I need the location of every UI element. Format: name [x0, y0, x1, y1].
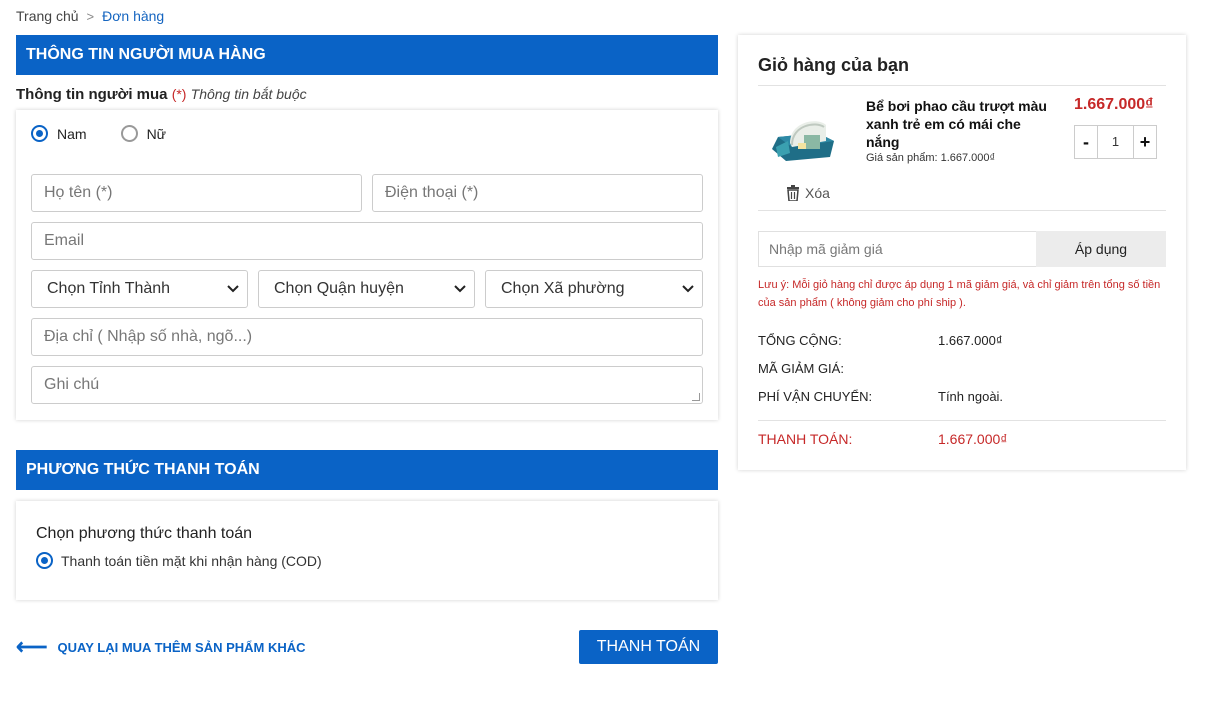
payment-option-cod[interactable]: Thanh toán tiền mặt khi nhận hàng (COD) [36, 552, 322, 569]
coupon-note: Lưu ý: Mỗi giỏ hàng chỉ được áp dụng 1 m… [758, 279, 1161, 309]
summary-grand-total-value: 1.667.000₫ [938, 431, 1008, 447]
ward-select[interactable]: Chọn Xã phường [485, 270, 703, 308]
checkout-form: THÔNG TIN NGƯỜI MUA HÀNG Thông tin người… [16, 35, 718, 600]
address-field[interactable]: Địa chỉ ( Nhập số nhà, ngõ...) [31, 318, 703, 356]
buyer-section-header: THÔNG TIN NGƯỜI MUA HÀNG [16, 35, 718, 75]
gender-radio-group: Nam Nữ [31, 125, 166, 142]
breadcrumb: Trang chủ > Đơn hàng [16, 8, 164, 24]
note-placeholder: Ghi chú [44, 376, 100, 393]
product-image[interactable] [768, 107, 838, 165]
buyer-subheading: Thông tin người mua (*) Thông tin bắt bu… [16, 86, 718, 103]
gender-male-label: Nam [57, 125, 87, 142]
gender-female-label: Nữ [146, 125, 167, 142]
continue-shopping-label: QUAY LẠI MUA THÊM SẢN PHẨM KHÁC [57, 639, 306, 655]
remove-item-label: Xóa [805, 185, 830, 201]
summary-shipping-value: Tính ngoài. [938, 389, 1004, 404]
cart-panel: Giỏ hàng của bạn Bể bơi phao cầu trượt m… [738, 35, 1186, 470]
remove-item-button[interactable]: Xóa [786, 185, 830, 201]
arrow-left-icon: ⟵ [16, 634, 48, 659]
coupon-input[interactable]: Nhập mã giảm giá [758, 231, 1036, 267]
required-note: Thông tin bắt buộc [190, 86, 307, 102]
ward-select-value: Chọn Xã phường [501, 280, 625, 297]
summary-grand-total-label: THANH TOÁN: [758, 431, 853, 447]
summary-discount-label: MÃ GIẢM GIÁ: [758, 361, 844, 376]
payment-option-label: Thanh toán tiền mặt khi nhận hàng (COD) [61, 552, 322, 569]
radio-checked-icon[interactable] [36, 552, 53, 569]
gender-radio-female[interactable]: Nữ [120, 125, 167, 142]
radio-checked-icon[interactable] [31, 125, 48, 142]
chevron-down-icon [682, 271, 694, 307]
quantity-input[interactable]: 1 [1097, 126, 1134, 158]
summary-shipping-row: PHÍ VẬN CHUYỂN: Tính ngoài. [758, 389, 1003, 404]
cart-title: Giỏ hàng của bạn [758, 55, 910, 75]
payment-panel: Chọn phương thức thanh toán Thanh toán t… [16, 501, 718, 600]
checkout-button[interactable]: THANH TOÁN [579, 630, 718, 664]
apply-coupon-button[interactable]: Áp dụng [1036, 231, 1166, 267]
breadcrumb-current[interactable]: Đơn hàng [102, 8, 164, 24]
divider [758, 210, 1166, 211]
payment-choose-label: Chọn phương thức thanh toán [36, 525, 253, 542]
payment-section-header: PHƯƠNG THỨC THANH TOÁN [16, 450, 718, 490]
summary-total-value: 1.667.000₫ [938, 333, 1003, 348]
product-name[interactable]: Bể bơi phao cầu trượt màu xanh trẻ em có… [866, 97, 1056, 151]
required-mark: (*) [171, 86, 187, 102]
summary-grand-total-row: THANH TOÁN: 1.667.000₫ [758, 431, 1007, 447]
buyer-subheading-label: Thông tin người mua [16, 86, 168, 103]
chevron-down-icon [454, 271, 466, 307]
summary-shipping-label: PHÍ VẬN CHUYỂN: [758, 389, 873, 404]
summary-total-row: TỔNG CỘNG: 1.667.000₫ [758, 333, 1003, 348]
divider [758, 420, 1166, 421]
chevron-right-icon: > [86, 8, 95, 24]
radio-unchecked-icon[interactable] [120, 125, 138, 142]
breadcrumb-home-link[interactable]: Trang chủ [16, 8, 79, 24]
divider [758, 85, 1166, 86]
product-price: 1.667.000₫ [1074, 96, 1154, 113]
buyer-info-panel: Nam Nữ Họ tên (*) Điện thoại (*) Email C… [16, 110, 718, 420]
email-field[interactable]: Email [31, 222, 703, 260]
summary-total-label: TỔNG CỘNG: [758, 333, 842, 348]
gender-radio-male[interactable]: Nam [31, 125, 87, 142]
summary-discount-row: MÃ GIẢM GIÁ: [758, 361, 938, 376]
full-name-field[interactable]: Họ tên (*) [31, 174, 362, 212]
province-select-value: Chọn Tỉnh Thành [47, 280, 171, 297]
district-select-value: Chọn Quận huyện [274, 280, 404, 297]
continue-shopping-link[interactable]: ⟵ QUAY LẠI MUA THÊM SẢN PHẨM KHÁC [16, 634, 306, 659]
resize-grip-icon[interactable] [692, 393, 700, 401]
chevron-down-icon [227, 271, 239, 307]
product-unit-price: Giá sản phẩm: 1.667.000₫ [866, 152, 996, 164]
note-textarea[interactable]: Ghi chú [31, 366, 703, 404]
district-select[interactable]: Chọn Quận huyện [258, 270, 475, 308]
province-select[interactable]: Chọn Tỉnh Thành [31, 270, 248, 308]
quantity-increase-button[interactable]: + [1134, 126, 1156, 158]
quantity-decrease-button[interactable]: - [1075, 126, 1097, 158]
phone-field[interactable]: Điện thoại (*) [372, 174, 703, 212]
trash-icon [787, 185, 799, 201]
quantity-stepper: - 1 + [1074, 125, 1157, 159]
